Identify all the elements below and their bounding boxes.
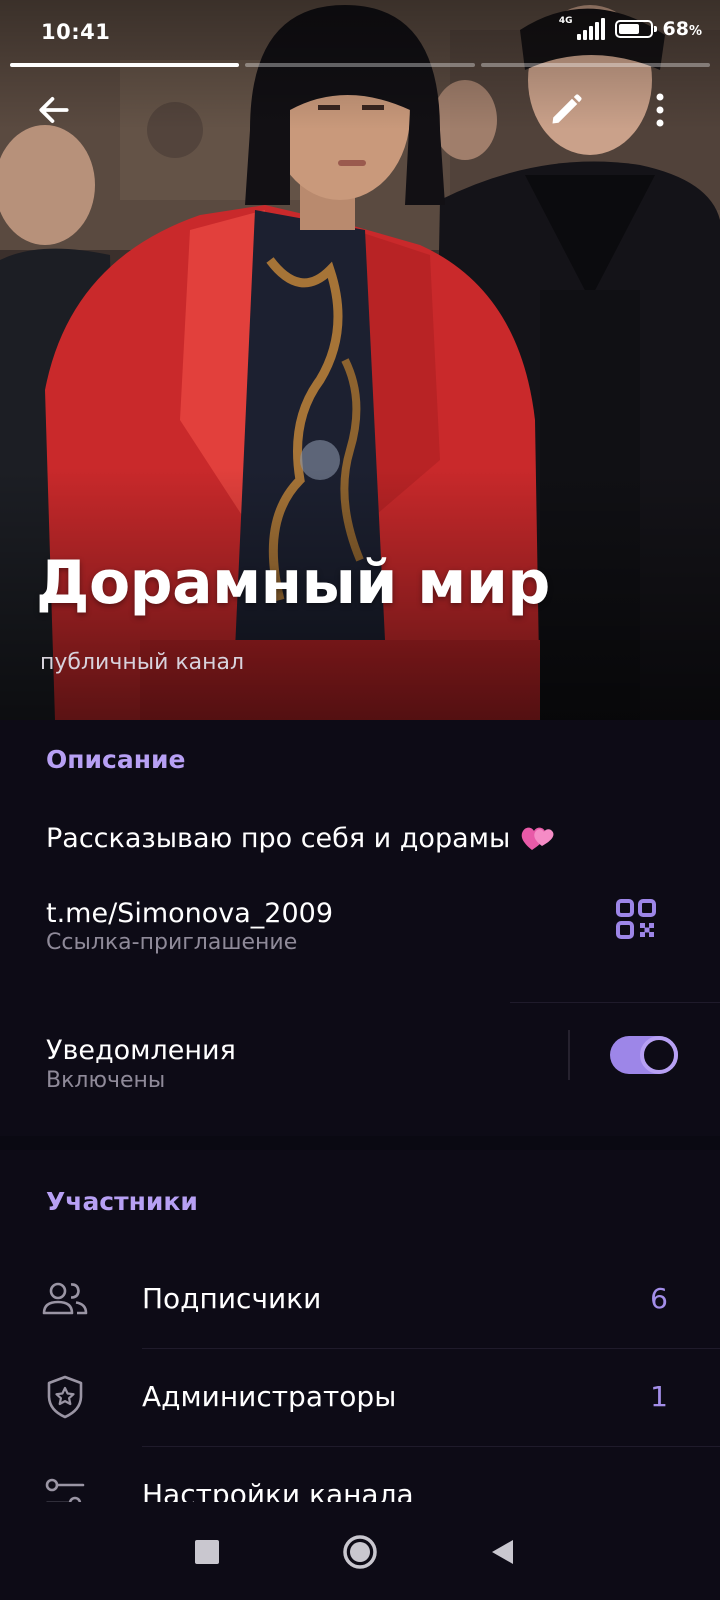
arrow-left-icon — [39, 97, 69, 123]
invite-link-caption: Ссылка-приглашение — [46, 930, 298, 955]
channel-settings-label: Настройки канала — [142, 1478, 414, 1502]
subscribers-count: 6 — [650, 1282, 668, 1315]
story-progress-bars — [10, 63, 710, 67]
story-progress-segment — [245, 63, 475, 67]
heart-icon — [520, 822, 556, 854]
system-navigation-bar — [0, 1504, 720, 1600]
qr-code-button[interactable] — [608, 891, 664, 947]
pencil-icon — [552, 94, 582, 124]
channel-type: публичный канал — [40, 650, 245, 675]
divider — [510, 1002, 720, 1003]
divider — [568, 1030, 570, 1080]
more-options-button[interactable] — [632, 82, 688, 138]
battery-percent: 68% — [662, 18, 702, 40]
status-time: 10:41 — [41, 20, 111, 44]
home-button[interactable] — [332, 1524, 388, 1580]
settings-sliders-icon — [40, 1470, 90, 1502]
network-type: 4G — [558, 16, 573, 26]
signal-icon — [576, 18, 605, 40]
administrators-label: Администраторы — [142, 1380, 397, 1413]
square-icon — [195, 1540, 219, 1564]
channel-cover-photo: 10:41 4G 68% Дорамный мир публичный кана… — [0, 0, 720, 720]
shield-star-icon — [40, 1372, 90, 1422]
subscribers-row[interactable]: Подписчики 6 — [0, 1250, 720, 1348]
recents-button[interactable] — [179, 1524, 235, 1580]
back-nav-button[interactable] — [474, 1524, 530, 1580]
description-text: Рассказываю про себя и дорамы — [46, 822, 511, 854]
administrators-count: 1 — [650, 1380, 668, 1413]
battery-icon — [614, 20, 657, 38]
battery-level — [618, 24, 639, 34]
notifications-title[interactable]: Уведомления — [46, 1035, 236, 1066]
edit-button[interactable] — [538, 82, 594, 138]
channel-description[interactable]: Рассказываю про себя и дорамы — [46, 822, 556, 854]
channel-title: Дорамный мир — [36, 548, 550, 618]
channel-settings-row[interactable]: Настройки канала — [0, 1446, 720, 1502]
story-progress-segment — [480, 63, 710, 67]
administrators-row[interactable]: Администраторы 1 — [0, 1348, 720, 1446]
triangle-back-icon — [492, 1540, 513, 1564]
more-vertical-icon — [656, 93, 664, 127]
invite-link[interactable]: t.me/Simonova_2009 — [46, 898, 333, 929]
circle-icon — [343, 1535, 377, 1569]
people-icon — [40, 1274, 90, 1324]
back-button[interactable] — [26, 82, 82, 138]
channel-profile-screen: 10:41 4G 68% Дорамный мир публичный кана… — [0, 0, 720, 1600]
subscribers-label: Подписчики — [142, 1282, 322, 1315]
qr-code-icon — [616, 899, 656, 939]
toggle-knob — [640, 1036, 678, 1074]
section-gap — [0, 1136, 720, 1150]
status-indicators: 4G 68% — [558, 16, 702, 40]
notifications-toggle[interactable] — [610, 1036, 678, 1074]
members-header: Участники — [46, 1187, 198, 1216]
description-header: Описание — [46, 745, 186, 774]
story-progress-segment — [10, 63, 240, 67]
notifications-status: Включены — [46, 1068, 166, 1093]
